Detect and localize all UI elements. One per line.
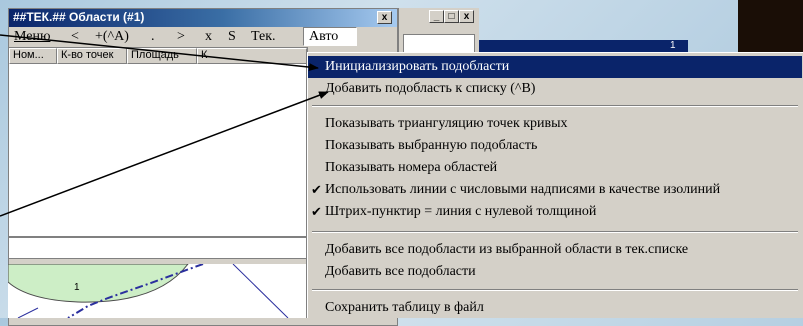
menu-item-init-subregions[interactable]: Инициализировать подобласти xyxy=(308,56,802,78)
menu-separator xyxy=(312,289,798,291)
menu-item-s[interactable]: S xyxy=(228,29,236,45)
title-bar: ##ТЕК.## Области (#1) x xyxy=(9,9,397,27)
close-button[interactable]: x xyxy=(459,10,474,23)
checkmark-icon: ✔ xyxy=(311,204,322,219)
menu-separator xyxy=(312,231,798,233)
canvas-drawing xyxy=(8,264,289,318)
menu-item-dot[interactable]: . xyxy=(151,29,155,45)
menu-item-use-isolines[interactable]: ✔ Использовать линии с числовыми надпися… xyxy=(308,179,802,201)
menu-item-tek[interactable]: Тек. xyxy=(251,29,276,45)
window-title: ##ТЕК.## Области (#1) xyxy=(13,10,145,24)
column-header-points[interactable]: К-во точек xyxy=(57,48,127,64)
menu-item-show-triangulation[interactable]: Показывать триангуляцию точек кривых xyxy=(308,113,802,135)
menu-item-show-numbers[interactable]: Показывать номера областей xyxy=(308,157,802,179)
second-window-field[interactable] xyxy=(403,34,475,54)
menu-bar: Меню < +(^A) . > x S Тек. Авто xyxy=(9,27,397,47)
close-button[interactable]: x xyxy=(377,11,392,24)
menu-item-x[interactable]: x xyxy=(205,29,212,45)
checkmark-icon: ✔ xyxy=(311,182,322,197)
menu-item-dash-dot[interactable]: ✔ Штрих-пунктир = линия с нулевой толщин… xyxy=(308,201,802,223)
menu-item-add-subregion[interactable]: Добавить подобласть к списку (^B) xyxy=(308,78,802,100)
menu-item-add-all[interactable]: Добавить все подобласти xyxy=(308,261,802,283)
menu-separator xyxy=(312,105,798,107)
menu-item-menu[interactable]: Меню xyxy=(14,29,50,45)
regions-table[interactable]: Ном... К-во точек Площадь К xyxy=(8,47,308,237)
command-input[interactable] xyxy=(8,237,308,259)
menu-item-prev[interactable]: < xyxy=(71,29,79,45)
column-header-number[interactable]: Ном... xyxy=(9,48,57,64)
drawing-canvas[interactable]: 1 xyxy=(8,264,308,318)
maximize-button[interactable]: □ xyxy=(444,10,459,23)
region-number-label: 1 xyxy=(74,282,80,293)
menu-item-save-table[interactable]: Сохранить таблицу в файл xyxy=(308,297,802,319)
menu-item-next[interactable]: > xyxy=(177,29,185,45)
column-header-k[interactable]: К xyxy=(197,48,307,64)
region-shape xyxy=(8,264,189,303)
second-window-titlebar: _ □ x xyxy=(403,8,477,26)
contour-line xyxy=(232,264,289,318)
column-header-area[interactable]: Площадь xyxy=(127,48,197,64)
menu-item-add-all-from-selected[interactable]: Добавить все подобласти из выбранной обл… xyxy=(308,239,802,261)
menu-item-add[interactable]: +(^A) xyxy=(95,29,129,45)
context-menu: Инициализировать подобласти Добавить под… xyxy=(307,52,803,318)
row-number: 1 xyxy=(670,40,676,51)
dark-panel xyxy=(738,0,803,52)
minimize-button[interactable]: _ xyxy=(429,10,444,23)
menu-item-show-selected[interactable]: Показывать выбранную подобласть xyxy=(308,135,802,157)
contour-line-2 xyxy=(17,307,39,318)
menu-item-auto[interactable]: Авто xyxy=(309,29,338,45)
